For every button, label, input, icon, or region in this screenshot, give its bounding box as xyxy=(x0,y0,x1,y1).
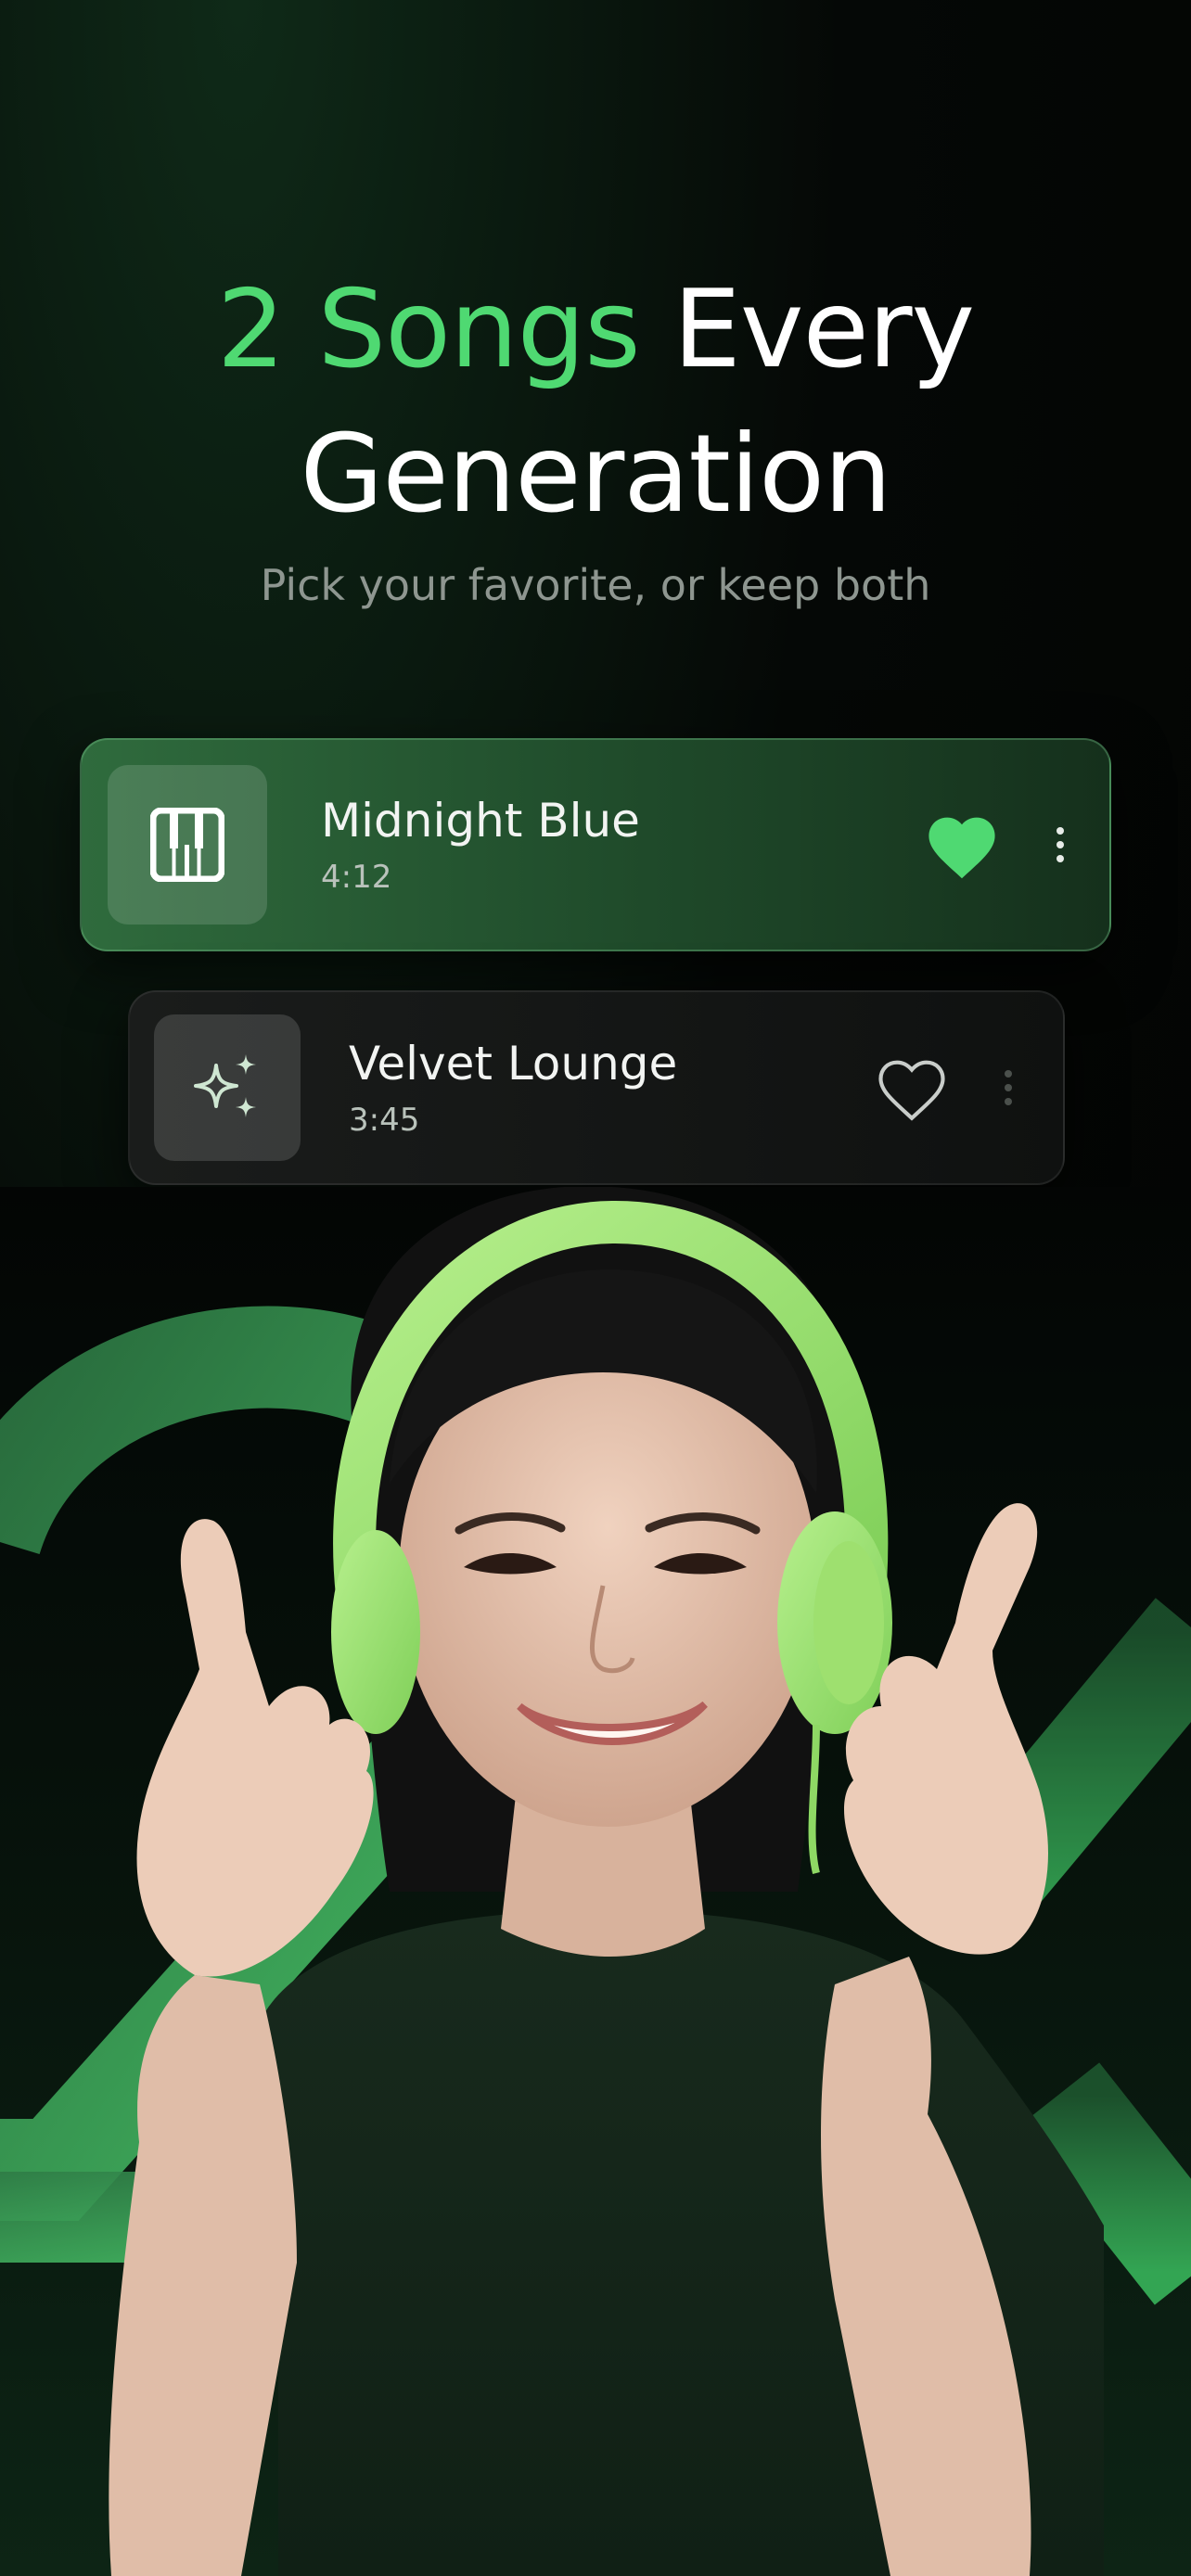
song-duration: 3:45 xyxy=(349,1102,420,1139)
song-title: Velvet Lounge xyxy=(349,1037,678,1090)
subtitle: Pick your favorite, or keep both xyxy=(260,560,931,610)
song-card-midnight-blue[interactable]: Midnight Blue 4:12 xyxy=(80,738,1111,951)
song-card-velvet-lounge[interactable]: Velvet Lounge 3:45 xyxy=(128,990,1065,1185)
song-artwork xyxy=(108,765,267,925)
headline: 2 Songs Every Generation xyxy=(0,258,1191,547)
song-title: Midnight Blue xyxy=(321,794,640,848)
more-options-icon[interactable] xyxy=(1046,827,1074,862)
more-options-icon[interactable] xyxy=(994,1070,1022,1105)
headline-accent: 2 Songs xyxy=(216,267,641,392)
sparkles-icon xyxy=(194,1054,256,1117)
song-artwork xyxy=(154,1014,301,1161)
headline-rest: Every xyxy=(639,267,976,392)
woman-with-headphones-image xyxy=(109,1187,1104,2576)
hero-section xyxy=(0,1187,1191,2576)
headline-line2: Generation xyxy=(300,412,891,537)
heart-outline-icon[interactable] xyxy=(870,1046,954,1129)
song-duration: 4:12 xyxy=(321,859,392,896)
piano-icon xyxy=(150,808,224,882)
heart-filled-icon[interactable] xyxy=(920,803,1004,886)
